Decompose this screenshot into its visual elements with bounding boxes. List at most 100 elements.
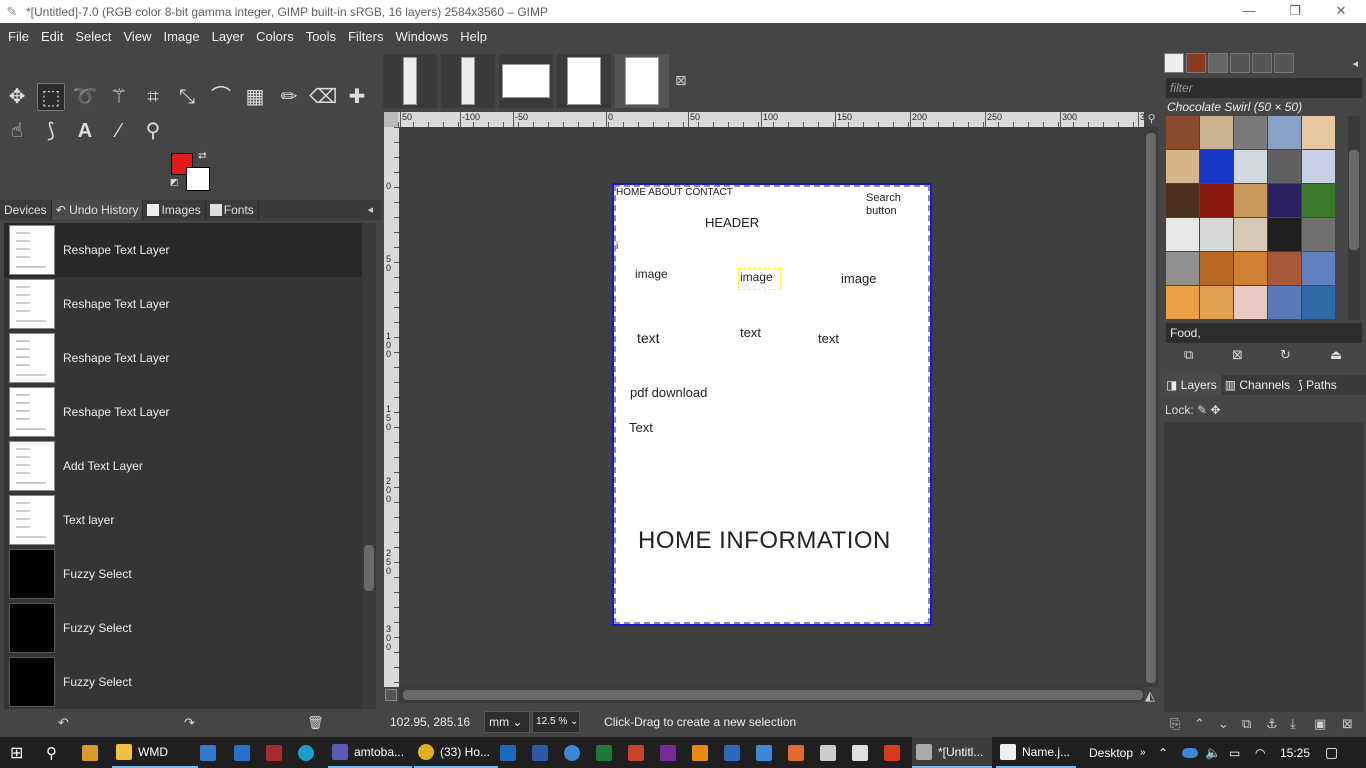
pattern-swatch[interactable]	[1234, 184, 1267, 217]
paths-tool-icon[interactable]: ⟆	[37, 117, 65, 145]
fuzzy-select-tool-icon[interactable]: ⚚	[105, 83, 133, 111]
pattern-swatch[interactable]	[1234, 252, 1267, 285]
pattern-tag-select[interactable]: Food,	[1166, 323, 1362, 343]
minimize-button[interactable]: —	[1226, 0, 1272, 23]
brushes-tab-icon[interactable]	[1164, 53, 1184, 73]
merge-layer-icon[interactable]: ⤓	[1290, 716, 1296, 732]
taskbar-onedrive[interactable]	[564, 737, 580, 768]
pattern-swatch[interactable]	[1200, 184, 1233, 217]
pattern-swatch[interactable]	[1302, 286, 1335, 319]
battery-icon[interactable]: ▭	[1229, 737, 1240, 768]
pattern-swatch[interactable]	[1166, 184, 1199, 217]
history-item[interactable]: Add Text Layer	[4, 439, 362, 493]
scale-tool-icon[interactable]: ⤡	[173, 83, 201, 111]
undo-icon[interactable]: ↶	[58, 715, 69, 731]
refresh-patterns-icon[interactable]: ↻	[1280, 347, 1291, 363]
canvas-horizontal-scrollbar[interactable]	[399, 687, 1144, 703]
pattern-swatch[interactable]	[1302, 150, 1335, 183]
delete-layer-icon[interactable]: ⊠	[1342, 716, 1353, 732]
pattern-swatch[interactable]	[1200, 150, 1233, 183]
color-picker-tool-icon[interactable]: ⁄	[105, 117, 133, 145]
taskbar-app-4[interactable]	[788, 737, 804, 768]
image-tab-3[interactable]	[499, 54, 553, 108]
pattern-filter-input[interactable]: filter	[1166, 78, 1362, 98]
image-tab-1[interactable]	[383, 54, 437, 108]
gradient-tool-icon[interactable]: ▦	[241, 83, 269, 111]
history-item[interactable]: Reshape Text Layer	[4, 331, 362, 385]
history-scrollbar[interactable]	[362, 223, 376, 709]
duplicate-pattern-icon[interactable]: ⧉	[1184, 347, 1193, 363]
history-item[interactable]: Fuzzy Select	[4, 601, 362, 655]
onedrive-tray-icon[interactable]	[1182, 737, 1198, 768]
taskbar-app-2[interactable]	[724, 737, 740, 768]
lock-pixels-icon[interactable]: ✎	[1197, 403, 1207, 417]
tool-presets-tab-icon[interactable]	[1274, 53, 1294, 73]
pattern-swatch[interactable]	[1302, 252, 1335, 285]
pattern-swatch[interactable]	[1166, 116, 1199, 149]
pattern-swatch[interactable]	[1302, 184, 1335, 217]
search-icon[interactable]: ⚲	[46, 737, 57, 768]
tab-images[interactable]: Images	[143, 200, 206, 220]
vertical-ruler[interactable]: 0 5 0 1 0 0 1 5 0 2 0 0 2 5 0 3 0 0	[384, 127, 399, 687]
tab-layers[interactable]: ◨ Layers	[1162, 375, 1221, 395]
menu-image[interactable]: Image	[157, 29, 205, 44]
pattern-swatch[interactable]	[1200, 218, 1233, 251]
taskbar-office[interactable]	[884, 737, 900, 768]
pattern-swatch[interactable]	[1268, 218, 1301, 251]
raise-layer-icon[interactable]: ⌃	[1194, 716, 1205, 732]
close-image-tab-icon[interactable]: ⊠	[675, 72, 687, 89]
navigate-icon[interactable]: ◭	[1145, 688, 1155, 704]
taskbar-vlc[interactable]	[692, 737, 708, 768]
image-tab-5[interactable]	[615, 54, 669, 108]
mask-layer-icon[interactable]: ▣	[1314, 716, 1326, 732]
desktop-toolbar[interactable]: Desktop	[1089, 737, 1133, 768]
menu-file[interactable]: File	[2, 29, 35, 44]
pattern-swatch[interactable]	[1234, 218, 1267, 251]
background-color-swatch[interactable]	[186, 167, 210, 191]
taskbar-access[interactable]	[266, 737, 282, 768]
delete-pattern-icon[interactable]: ⊠	[1232, 347, 1243, 363]
lower-layer-icon[interactable]: ⌄	[1218, 716, 1229, 732]
clock[interactable]: 15:25	[1280, 737, 1310, 768]
unit-select[interactable]: mm ⌄	[484, 711, 531, 733]
pattern-swatch[interactable]	[1268, 286, 1301, 319]
fonts-tab-icon[interactable]	[1208, 53, 1228, 73]
rect-select-tool-icon[interactable]: ⬚	[37, 83, 65, 111]
taskbar-powerpoint[interactable]	[628, 737, 644, 768]
pattern-swatch[interactable]	[1302, 116, 1335, 149]
taskbar-gimp[interactable]: *[Untitl...	[912, 737, 992, 768]
pattern-swatch[interactable]	[1234, 116, 1267, 149]
start-button[interactable]: ⊞	[10, 737, 23, 768]
history-item[interactable]: Text layer	[4, 493, 362, 547]
history-scroll-thumb[interactable]	[364, 545, 374, 591]
document-history-tab-icon[interactable]	[1230, 53, 1250, 73]
taskbar-edge[interactable]	[298, 737, 314, 768]
lock-position-icon[interactable]: ✥	[1210, 403, 1220, 417]
taskbar-chrome[interactable]: (33) Ho...	[414, 737, 498, 768]
crop-tool-icon[interactable]: ⌗	[139, 83, 167, 111]
swap-colors-icon[interactable]: ⮂	[198, 150, 207, 163]
dock-menu-icon[interactable]: ◂	[367, 203, 373, 216]
pattern-swatch[interactable]	[1268, 150, 1301, 183]
menu-edit[interactable]: Edit	[35, 29, 69, 44]
menu-filters[interactable]: Filters	[342, 29, 389, 44]
pattern-swatch[interactable]	[1268, 184, 1301, 217]
taskbar-app-3[interactable]	[756, 737, 772, 768]
canvas-vscroll-thumb[interactable]	[1146, 133, 1156, 683]
duplicate-layer-icon[interactable]: ⧉	[1242, 716, 1251, 732]
menu-select[interactable]: Select	[69, 29, 117, 44]
pattern-swatch[interactable]	[1234, 286, 1267, 319]
new-layer-icon[interactable]: ⎘	[1170, 716, 1180, 732]
clear-history-icon[interactable]: 🗑	[307, 715, 324, 731]
desktop-chevron-icon[interactable]: »	[1140, 737, 1146, 768]
volume-icon[interactable]: 🔈	[1205, 737, 1221, 768]
zoom-tool-icon[interactable]: ⚲	[139, 117, 167, 145]
pattern-swatch[interactable]	[1200, 252, 1233, 285]
tab-channels[interactable]: ▥ Channels	[1221, 375, 1294, 395]
taskbar-excel[interactable]	[596, 737, 612, 768]
pattern-swatch[interactable]	[1166, 252, 1199, 285]
horizontal-ruler[interactable]: 50-100-5005010015020025030035	[398, 112, 1144, 127]
taskbar-store[interactable]	[200, 737, 216, 768]
history-item[interactable]: Fuzzy Select	[4, 655, 362, 709]
reset-colors-icon[interactable]: ◩	[170, 177, 179, 188]
